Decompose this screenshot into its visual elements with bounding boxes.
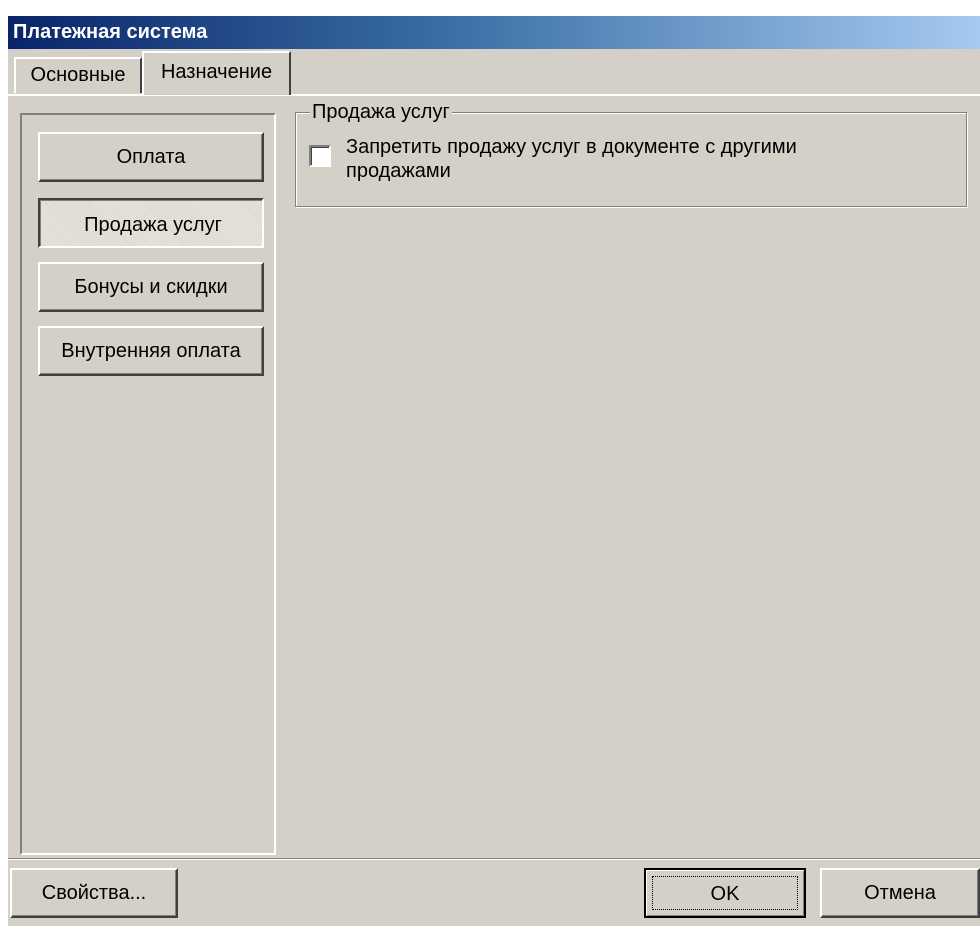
forbid-service-sales-label[interactable]: Запретить продажу услуг в документе с др… — [346, 135, 906, 183]
tab-purpose[interactable]: Назначение — [142, 51, 291, 95]
service-sales-group: Продажа услуг Запретить продажу услуг в … — [295, 101, 967, 207]
nav-button-service-sales[interactable]: Продажа услуг — [38, 198, 264, 248]
tab-general[interactable]: Основные — [14, 57, 142, 93]
nav-button-bonuses-discounts[interactable]: Бонусы и скидки — [38, 262, 264, 312]
group-legend: Продажа услуг — [310, 101, 452, 123]
ok-button[interactable]: OK — [644, 868, 806, 918]
footer-divider — [8, 858, 980, 860]
nav-button-internal-payment[interactable]: Внутренняя оплата — [38, 326, 264, 376]
nav-button-payment[interactable]: Оплата — [38, 132, 264, 182]
nav-panel: Оплата Продажа услуг Бонусы и скидки Вну… — [20, 113, 276, 855]
cancel-button[interactable]: Отмена — [820, 868, 980, 918]
window-title: Платежная система — [8, 16, 980, 49]
properties-button[interactable]: Свойства... — [10, 868, 178, 918]
tab-strip: Основные Назначение — [8, 49, 980, 95]
dialog-window: Платежная система Основные Назначение Оп… — [8, 16, 980, 926]
ok-button-label: OK — [652, 876, 798, 910]
forbid-service-sales-checkbox[interactable] — [309, 145, 331, 167]
